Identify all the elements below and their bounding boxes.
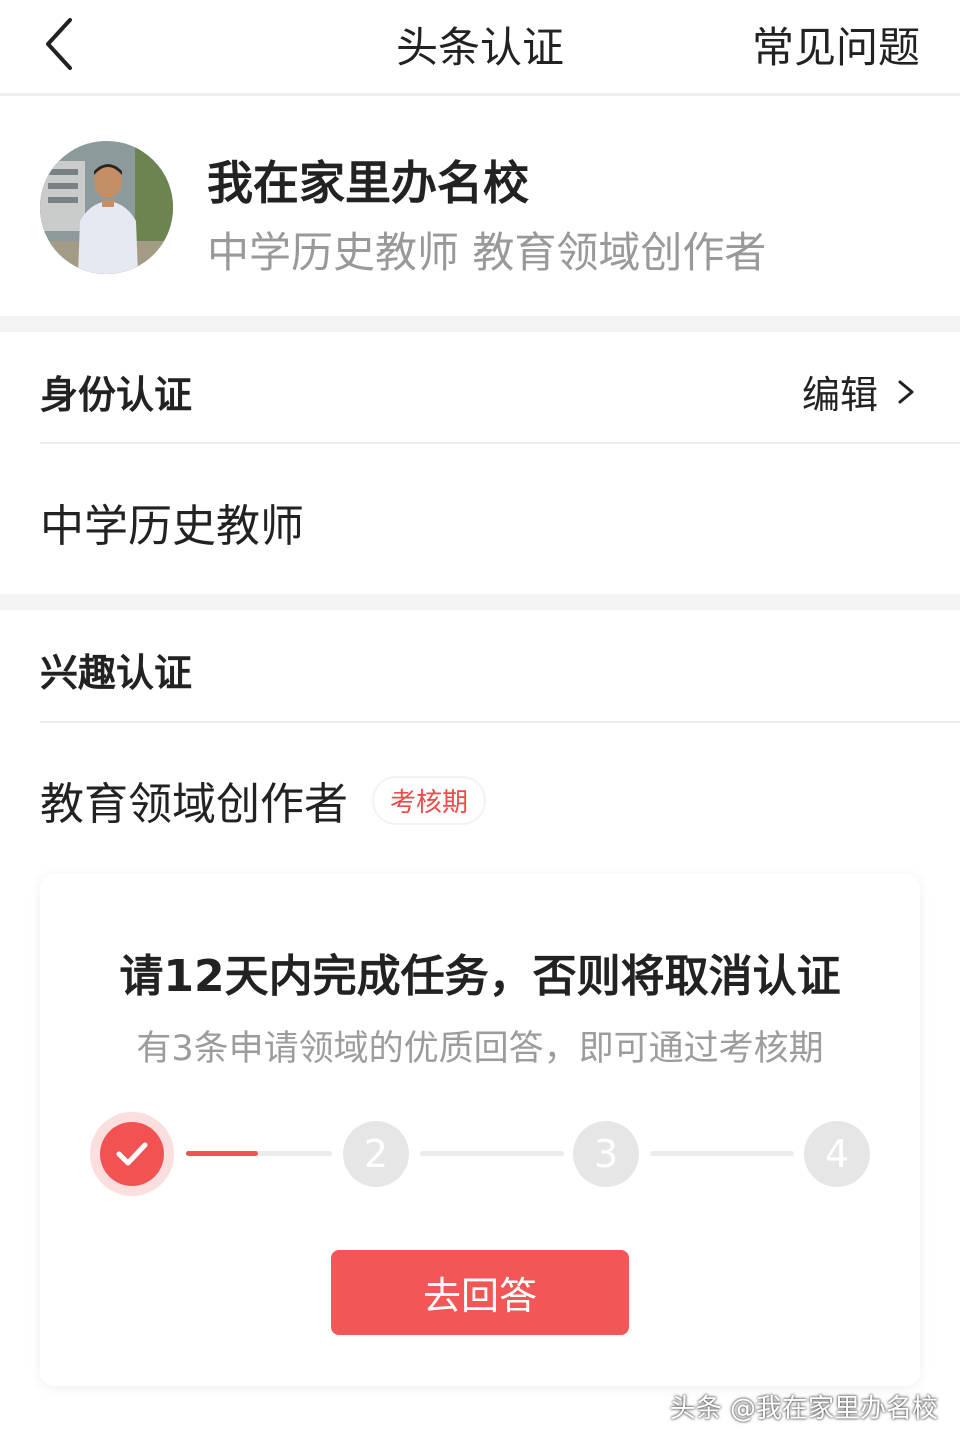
interest-section-header: 兴趣认证: [0, 610, 960, 720]
identity-section-title: 身份认证: [40, 373, 193, 417]
edit-button[interactable]: 编辑: [802, 364, 920, 419]
faq-link[interactable]: 常见问题: [752, 14, 920, 75]
step-connector: [420, 1151, 564, 1156]
step-connector: [650, 1151, 794, 1156]
chevron-right-icon: [898, 380, 914, 403]
watermark: 头条 @我在家里办名校: [669, 1394, 938, 1424]
section-gap: [0, 316, 960, 332]
avatar-photo: [40, 141, 173, 274]
task-card: 请12天内完成任务，否则将取消认证 有3条申请领域的优质回答，即可通过考核期 2…: [40, 874, 920, 1386]
interest-section-title: 兴趣认证: [40, 651, 193, 695]
profile-subtitle: 中学历史教师 教育领域创作者: [207, 228, 767, 277]
step-progress: [186, 1151, 258, 1156]
step-1-completed: [90, 1112, 174, 1196]
step-4: 4: [804, 1121, 870, 1187]
exam-period-badge: 考核期: [372, 775, 487, 825]
avatar[interactable]: [40, 141, 173, 274]
identity-section-header: 身份认证 编辑: [0, 332, 960, 442]
task-title: 请12天内完成任务，否则将取消认证: [119, 951, 841, 1002]
divider: [40, 721, 960, 723]
edit-label: 编辑: [801, 373, 878, 417]
step-2: 2: [343, 1121, 409, 1187]
checkmark-icon: [116, 1142, 148, 1166]
interest-value: 教育领域创作者: [40, 779, 348, 830]
navigation-bar: 头条认证 常见问题: [0, 0, 960, 96]
step-3: 3: [573, 1121, 639, 1187]
interest-row: 教育领域创作者 考核期: [40, 768, 487, 832]
section-gap: [0, 594, 960, 610]
profile-name: 我在家里办名校: [207, 156, 529, 210]
task-subtitle: 有3条申请领域的优质回答，即可通过考核期: [136, 1029, 824, 1069]
profile-header: 我在家里办名校 中学历史教师 教育领域创作者: [0, 99, 960, 316]
go-answer-button[interactable]: 去回答: [331, 1250, 629, 1335]
divider: [40, 442, 960, 444]
identity-value: 中学历史教师: [40, 501, 304, 552]
